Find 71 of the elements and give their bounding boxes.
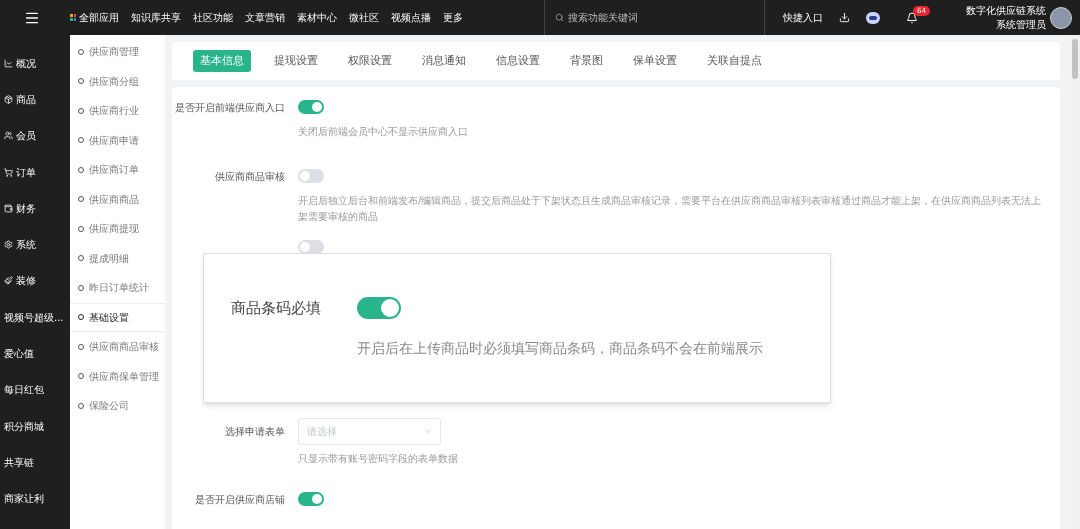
user-role: 系统管理员 [996, 17, 1046, 32]
tab[interactable]: 背景图 [563, 49, 610, 73]
field-label: 供应商商品审核 [215, 170, 285, 182]
nav-item[interactable]: 会员 [16, 128, 36, 144]
chart-icon [4, 58, 13, 68]
tab[interactable]: 权限设置 [341, 49, 399, 73]
toggle-switch[interactable] [298, 169, 324, 183]
submenu-item[interactable]: 供应商商品 [70, 184, 165, 214]
cart-icon [4, 167, 13, 177]
search-icon [555, 13, 564, 22]
top-menu-item[interactable]: 社区功能 [193, 10, 233, 25]
nav-item[interactable]: 共享链 [4, 454, 34, 470]
top-menu-item[interactable]: 视频点播 [391, 10, 431, 25]
nav-item[interactable]: 爱心值 [4, 346, 34, 361]
nav-item[interactable]: 装修 [16, 273, 36, 289]
nav-item[interactable]: 财务 [16, 200, 36, 216]
download-icon[interactable] [839, 12, 850, 23]
nav-item[interactable]: 每日红包 [4, 382, 44, 398]
field-hint: 只显示带有账号密码字段的表单数据 [298, 452, 459, 466]
nav-item[interactable]: 视频号超级... [4, 309, 64, 325]
gear-icon [4, 240, 13, 250]
submenu-item[interactable]: 供应商分组 [70, 66, 165, 96]
popup-hint: 开启后在上传商品时必须填写商品条码，商品条码不会在前端展示 [357, 338, 764, 358]
top-menu-item[interactable]: 全部应用 [70, 10, 119, 25]
submenu-item[interactable]: 供应商管理 [70, 37, 165, 67]
submenu-item[interactable]: 提成明细 [70, 243, 165, 273]
nav-item[interactable]: 商品 [16, 91, 36, 107]
avatar[interactable] [1050, 6, 1072, 29]
submenu-item[interactable]: 供应商商品审核 [70, 332, 165, 362]
tab[interactable]: 信息设置 [489, 49, 547, 73]
submenu-item[interactable]: 供应商提现 [70, 214, 165, 244]
quick-entry-link[interactable]: 快捷入口 [783, 10, 823, 25]
tab[interactable]: 提现设置 [267, 49, 325, 73]
top-menu-item[interactable]: 素材中心 [297, 10, 337, 25]
popup-label: 商品条码必填 [231, 298, 322, 319]
tab[interactable]: 关联自提点 [700, 49, 769, 73]
users-icon [4, 131, 13, 141]
submenu-item[interactable]: 昨日订单统计 [70, 273, 165, 303]
nav-item[interactable]: 概况 [16, 55, 36, 71]
toggle-switch[interactable] [298, 492, 324, 506]
field-label: 选择申请表单 [225, 425, 285, 437]
submenu-item[interactable]: 供应商订单 [70, 155, 165, 185]
apps-icon [70, 14, 76, 21]
field-label: 是否开启供应商店铺 [195, 493, 285, 505]
notification-icon[interactable] [906, 11, 918, 24]
tab[interactable]: 消息通知 [415, 49, 473, 73]
nav-item[interactable]: 订单 [16, 164, 36, 180]
submenu-item[interactable]: 基础设置 [70, 302, 165, 332]
submenu-item[interactable]: 保险公司 [70, 391, 165, 421]
submenu-item[interactable]: 供应商行业 [70, 96, 165, 126]
field-label: 是否开启前端供应商入口 [175, 101, 285, 113]
box-icon [4, 94, 13, 104]
wallet-icon [4, 203, 13, 213]
toggle-switch[interactable] [298, 100, 324, 114]
top-menu-item[interactable]: 知识库共享 [131, 10, 181, 25]
top-menu-item[interactable]: 更多 [443, 10, 463, 25]
org-name: 数字化供应链系统 [966, 3, 1046, 18]
toggle-switch[interactable] [298, 240, 324, 254]
brush-icon [4, 276, 13, 286]
top-menu-item[interactable]: 文章营销 [245, 10, 285, 25]
search-field[interactable]: 搜索功能关键词 [568, 10, 698, 25]
nav-item[interactable]: 积分商城 [4, 418, 44, 434]
toggle-switch[interactable] [357, 297, 401, 320]
nav-item[interactable]: 系统 [16, 237, 36, 253]
field-hint: 关闭后前端会员中心不显示供应商入口 [298, 125, 469, 139]
submenu-item[interactable]: 供应商保单管理 [70, 361, 165, 391]
field-hint: 开启后独立后台和前端发布/编辑商品，提交后商品处于下架状态且生成商品审核记录，需要平台在供应商商品审核列表审核通过商品才能上架，在供应商商品列表无法上架需要审核的商品 [298, 194, 1043, 224]
nav-item[interactable]: 商家让利 [4, 491, 44, 507]
top-menu-item[interactable]: 微社区 [349, 10, 379, 25]
submenu-item[interactable]: 供应商申请 [70, 125, 165, 155]
tab[interactable]: 保单设置 [626, 49, 684, 73]
